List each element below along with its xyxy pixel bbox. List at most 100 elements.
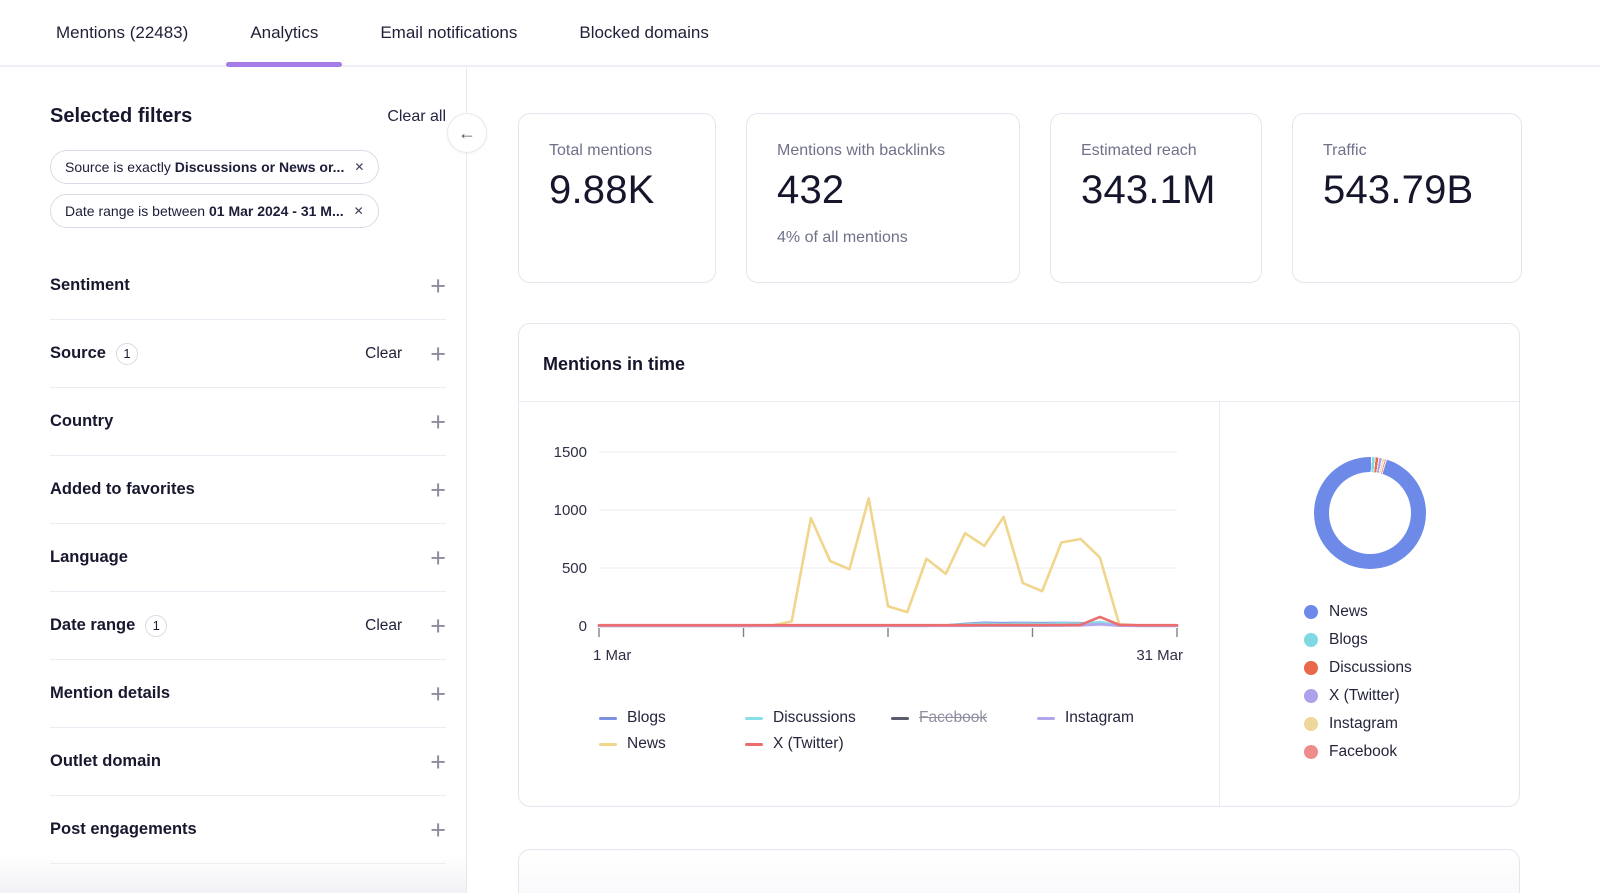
filter-section-outlet-domain[interactable]: Outlet domain + [50, 728, 446, 796]
y-axis-tick-label: 1500 [554, 444, 587, 461]
arrow-left-icon: ← [458, 123, 476, 144]
stat-card-mentions-with-backlinks: Mentions with backlinks 432 4% of all me… [746, 113, 1020, 283]
filter-section-source[interactable]: Source 1 Clear + [50, 320, 446, 388]
donut-legend-dot [1304, 745, 1318, 759]
section-label: Language [50, 548, 128, 567]
plus-icon[interactable]: + [430, 412, 446, 432]
filter-section-language[interactable]: Language + [50, 524, 446, 592]
filter-chips: Source is exactly Discussions or News or… [50, 150, 446, 228]
filter-section-sentiment[interactable]: Sentiment + [50, 252, 446, 320]
plus-icon[interactable]: + [430, 548, 446, 568]
donut-legend-item-instagram[interactable]: Instagram [1304, 715, 1519, 733]
legend-swatch [1037, 717, 1055, 720]
stat-label: Traffic [1323, 142, 1491, 160]
filter-section-mention-details[interactable]: Mention details + [50, 660, 446, 728]
stat-value: 432 [777, 168, 989, 213]
legend-item-x-twitter-[interactable]: X (Twitter) [745, 735, 891, 753]
plus-icon[interactable]: + [430, 480, 446, 500]
legend-item-discussions[interactable]: Discussions [745, 709, 891, 727]
mentions-line-chart: 0500100015001 Mar31 Mar [537, 430, 1219, 675]
tab-blocked-domains[interactable]: Blocked domains [555, 0, 732, 65]
tab-email-notifications-label: Email notifications [380, 23, 517, 43]
filter-sections: Sentiment + Source 1 Clear + Country + A… [50, 252, 446, 864]
legend-item-facebook[interactable]: Facebook [891, 709, 1037, 727]
stat-value: 543.79B [1323, 168, 1491, 213]
close-icon[interactable]: ✕ [354, 160, 364, 174]
stat-label: Estimated reach [1081, 142, 1231, 160]
tab-analytics[interactable]: Analytics [226, 0, 342, 65]
section-label: Country [50, 412, 113, 431]
stat-value: 343.1M [1081, 168, 1231, 213]
legend-swatch [599, 743, 617, 746]
donut-chart-legend: News Blogs Discussions X (Twitter) Instagram… [1304, 603, 1519, 761]
section-clear-button[interactable]: Clear [365, 617, 402, 635]
chart-title: Mentions in time [543, 354, 685, 374]
series-line-news [599, 498, 1177, 626]
section-label: Outlet domain [50, 752, 161, 771]
tab-analytics-label: Analytics [250, 23, 318, 43]
close-icon[interactable]: ✕ [354, 204, 364, 218]
clear-all-filters-button[interactable]: Clear all [387, 108, 446, 126]
donut-legend-item-news[interactable]: News [1304, 603, 1519, 621]
tab-email-notifications[interactable]: Email notifications [356, 0, 541, 65]
donut-legend-item-facebook[interactable]: Facebook [1304, 743, 1519, 761]
filter-section-date-range[interactable]: Date range 1 Clear + [50, 592, 446, 660]
stat-card-estimated-reach: Estimated reach 343.1M [1050, 113, 1262, 283]
section-label: Post engagements [50, 820, 197, 839]
filter-count-badge: 1 [145, 615, 167, 637]
filter-chip-date-range[interactable]: Date range is between 01 Mar 2024 - 31 M… [50, 194, 379, 228]
filter-count-badge: 1 [116, 343, 138, 365]
stat-subtext: 4% of all mentions [777, 229, 989, 247]
tab-mentions[interactable]: Mentions (22483) [32, 0, 212, 65]
tab-blocked-domains-label: Blocked domains [579, 23, 708, 43]
y-axis-tick-label: 1000 [554, 502, 587, 519]
tab-mentions-label: Mentions (22483) [56, 23, 188, 43]
filter-chip-source-text: Source is exactly Discussions or News or… [65, 159, 344, 175]
plus-icon[interactable]: + [430, 752, 446, 772]
filters-sidebar: Selected filters Clear all Source is exa… [0, 67, 467, 893]
donut-legend-dot [1304, 633, 1318, 647]
y-axis-tick-label: 500 [562, 560, 587, 577]
filter-section-post-engagements[interactable]: Post engagements + [50, 796, 446, 864]
stat-label: Mentions with backlinks [777, 142, 989, 160]
plus-icon[interactable]: + [430, 276, 446, 296]
donut-legend-item-discussions[interactable]: Discussions [1304, 659, 1519, 677]
donut-legend-dot [1304, 689, 1318, 703]
donut-legend-item-x-twitter-[interactable]: X (Twitter) [1304, 687, 1519, 705]
legend-item-news[interactable]: News [599, 735, 745, 753]
donut-legend-label: Facebook [1329, 743, 1397, 761]
section-label: Mention details [50, 684, 170, 703]
x-axis-tick-label: 31 Mar [1136, 647, 1183, 664]
section-clear-button[interactable]: Clear [365, 345, 402, 363]
plus-icon[interactable]: + [430, 616, 446, 636]
filter-chip-source[interactable]: Source is exactly Discussions or News or… [50, 150, 379, 184]
section-label: Source [50, 344, 106, 363]
line-chart-legend: Blogs News Discussions X (Twitter) Facebook I… [599, 705, 1219, 757]
x-axis-tick-label: 1 Mar [593, 647, 631, 664]
plus-icon[interactable]: + [430, 684, 446, 704]
plus-icon[interactable]: + [430, 820, 446, 840]
legend-label: X (Twitter) [773, 735, 844, 753]
stat-card-traffic: Traffic 543.79B [1292, 113, 1522, 283]
legend-item-instagram[interactable]: Instagram [1037, 709, 1183, 727]
filter-section-country[interactable]: Country + [50, 388, 446, 456]
section-label: Date range [50, 616, 135, 635]
stat-value: 9.88K [549, 168, 685, 213]
analytics-main: Total mentions 9.88K Mentions with backl… [467, 67, 1600, 893]
selected-filters-title: Selected filters [50, 105, 192, 128]
filter-chip-date-range-text: Date range is between 01 Mar 2024 - 31 M… [65, 203, 344, 219]
filter-section-added-to-favorites[interactable]: Added to favorites + [50, 456, 446, 524]
collapse-sidebar-button[interactable]: ← [447, 113, 487, 153]
donut-legend-label: X (Twitter) [1329, 687, 1400, 705]
legend-swatch [891, 717, 909, 720]
legend-label: Discussions [773, 709, 856, 727]
plus-icon[interactable]: + [430, 344, 446, 364]
legend-swatch [745, 743, 763, 746]
legend-item-blogs[interactable]: Blogs [599, 709, 745, 727]
legend-label: Facebook [919, 709, 987, 727]
donut-legend-item-blogs[interactable]: Blogs [1304, 631, 1519, 649]
donut-legend-label: Blogs [1329, 631, 1368, 649]
stat-card-total-mentions: Total mentions 9.88K [518, 113, 716, 283]
line-chart-pane: 0500100015001 Mar31 Mar BlogsNewsDiscuss… [519, 402, 1219, 806]
donut-chart-pane: News Blogs Discussions X (Twitter) Instagram… [1219, 402, 1519, 806]
